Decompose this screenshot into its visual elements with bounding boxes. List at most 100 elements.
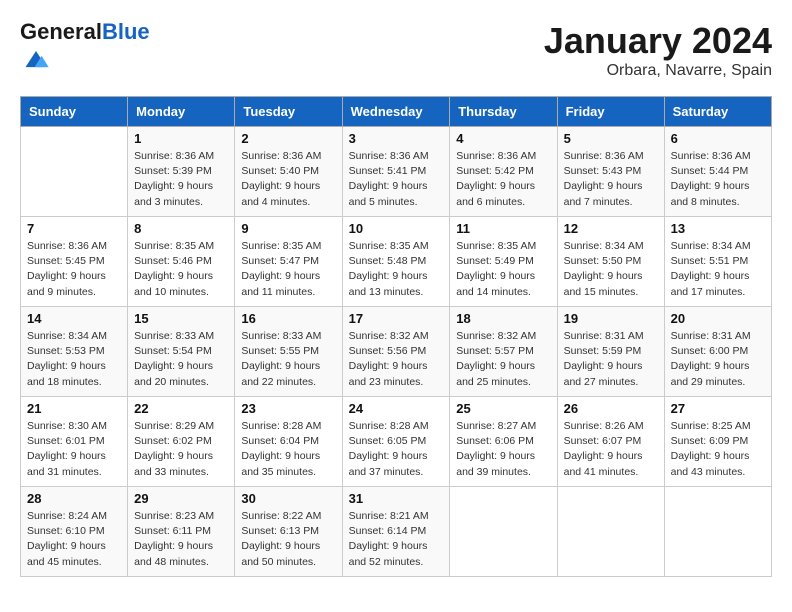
month-title: January 2024: [544, 20, 772, 62]
day-number: 11: [456, 221, 550, 236]
day-number: 26: [564, 401, 658, 416]
day-number: 27: [671, 401, 765, 416]
day-cell: 4 Sunrise: 8:36 AMSunset: 5:42 PMDaylight…: [450, 127, 557, 217]
day-detail: Sunrise: 8:35 AMSunset: 5:48 PMDaylight:…: [349, 239, 444, 300]
day-detail: Sunrise: 8:30 AMSunset: 6:01 PMDaylight:…: [27, 419, 121, 480]
week-row-5: 28 Sunrise: 8:24 AMSunset: 6:10 PMDayligh…: [21, 487, 772, 577]
day-number: 21: [27, 401, 121, 416]
weekday-header-sunday: Sunday: [21, 97, 128, 127]
day-detail: Sunrise: 8:31 AMSunset: 6:00 PMDaylight:…: [671, 329, 765, 390]
day-cell: 12 Sunrise: 8:34 AMSunset: 5:50 PMDayligh…: [557, 217, 664, 307]
calendar-table: SundayMondayTuesdayWednesdayThursdayFrid…: [20, 96, 772, 577]
day-number: 18: [456, 311, 550, 326]
day-cell: 17 Sunrise: 8:32 AMSunset: 5:56 PMDayligh…: [342, 307, 450, 397]
day-cell: 24 Sunrise: 8:28 AMSunset: 6:05 PMDayligh…: [342, 397, 450, 487]
day-detail: Sunrise: 8:36 AMSunset: 5:43 PMDaylight:…: [564, 149, 658, 210]
location: Orbara, Navarre, Spain: [544, 62, 772, 80]
logo: GeneralBlue: [20, 20, 150, 77]
day-cell: 2Sunrise: 8:36 AMSunset: 5:40 PMDaylight…: [235, 127, 342, 217]
day-number: 25: [456, 401, 550, 416]
day-detail: Sunrise: 8:34 AMSunset: 5:53 PMDaylight:…: [27, 329, 121, 390]
day-detail: Sunrise: 8:22 AMSunset: 6:13 PMDaylight:…: [241, 509, 335, 570]
day-number: 19: [564, 311, 658, 326]
day-cell: 10 Sunrise: 8:35 AMSunset: 5:48 PMDayligh…: [342, 217, 450, 307]
day-cell: 9 Sunrise: 8:35 AMSunset: 5:47 PMDaylight…: [235, 217, 342, 307]
weekday-header-friday: Friday: [557, 97, 664, 127]
day-cell: [557, 487, 664, 577]
day-number: 3: [349, 131, 444, 146]
day-cell: 26 Sunrise: 8:26 AMSunset: 6:07 PMDayligh…: [557, 397, 664, 487]
day-cell: 27 Sunrise: 8:25 AMSunset: 6:09 PMDayligh…: [664, 397, 771, 487]
day-number: 15: [134, 311, 228, 326]
day-cell: 23Sunrise: 8:28 AMSunset: 6:04 PMDayligh…: [235, 397, 342, 487]
day-number: 1: [134, 131, 228, 146]
day-cell: 31Sunrise: 8:21 AMSunset: 6:14 PMDayligh…: [342, 487, 450, 577]
day-cell: 25 Sunrise: 8:27 AMSunset: 6:06 PMDayligh…: [450, 397, 557, 487]
day-number: 23: [241, 401, 335, 416]
day-number: 9: [241, 221, 335, 236]
day-detail: Sunrise: 8:36 AMSunset: 5:40 PMDaylight:…: [241, 149, 335, 210]
day-number: 10: [349, 221, 444, 236]
day-number: 16: [241, 311, 335, 326]
title-block: January 2024 Orbara, Navarre, Spain: [544, 20, 772, 80]
day-detail: Sunrise: 8:35 AMSunset: 5:49 PMDaylight:…: [456, 239, 550, 300]
day-detail: Sunrise: 8:34 AMSunset: 5:51 PMDaylight:…: [671, 239, 765, 300]
week-row-3: 14 Sunrise: 8:34 AMSunset: 5:53 PMDayligh…: [21, 307, 772, 397]
day-cell: 16 Sunrise: 8:33 AMSunset: 5:55 PMDayligh…: [235, 307, 342, 397]
weekday-header-monday: Monday: [128, 97, 235, 127]
weekday-header-row: SundayMondayTuesdayWednesdayThursdayFrid…: [21, 97, 772, 127]
logo-blue: Blue: [102, 19, 150, 44]
day-cell: 13 Sunrise: 8:34 AMSunset: 5:51 PMDayligh…: [664, 217, 771, 307]
day-detail: Sunrise: 8:35 AMSunset: 5:47 PMDaylight:…: [241, 239, 335, 300]
day-detail: Sunrise: 8:33 AMSunset: 5:54 PMDaylight:…: [134, 329, 228, 390]
day-detail: Sunrise: 8:33 AMSunset: 5:55 PMDaylight:…: [241, 329, 335, 390]
day-number: 6: [671, 131, 765, 146]
day-cell: [21, 127, 128, 217]
day-number: 5: [564, 131, 658, 146]
page-header: GeneralBlue January 2024 Orbara, Navarre…: [20, 20, 772, 80]
day-detail: Sunrise: 8:23 AMSunset: 6:11 PMDaylight:…: [134, 509, 228, 570]
day-detail: Sunrise: 8:28 AMSunset: 6:05 PMDaylight:…: [349, 419, 444, 480]
day-number: 22: [134, 401, 228, 416]
weekday-header-wednesday: Wednesday: [342, 97, 450, 127]
logo-icon: [22, 44, 50, 72]
day-detail: Sunrise: 8:35 AMSunset: 5:46 PMDaylight:…: [134, 239, 228, 300]
day-number: 20: [671, 311, 765, 326]
day-detail: Sunrise: 8:27 AMSunset: 6:06 PMDaylight:…: [456, 419, 550, 480]
day-cell: 20 Sunrise: 8:31 AMSunset: 6:00 PMDayligh…: [664, 307, 771, 397]
day-number: 8: [134, 221, 228, 236]
day-cell: 28 Sunrise: 8:24 AMSunset: 6:10 PMDayligh…: [21, 487, 128, 577]
day-detail: Sunrise: 8:21 AMSunset: 6:14 PMDaylight:…: [349, 509, 444, 570]
week-row-1: 1 Sunrise: 8:36 AMSunset: 5:39 PMDaylight…: [21, 127, 772, 217]
day-detail: Sunrise: 8:32 AMSunset: 5:56 PMDaylight:…: [349, 329, 444, 390]
day-cell: 3 Sunrise: 8:36 AMSunset: 5:41 PMDaylight…: [342, 127, 450, 217]
day-detail: Sunrise: 8:36 AMSunset: 5:44 PMDaylight:…: [671, 149, 765, 210]
day-number: 12: [564, 221, 658, 236]
day-cell: [664, 487, 771, 577]
week-row-2: 7 Sunrise: 8:36 AMSunset: 5:45 PMDaylight…: [21, 217, 772, 307]
day-number: 14: [27, 311, 121, 326]
day-cell: [450, 487, 557, 577]
day-number: 24: [349, 401, 444, 416]
day-number: 4: [456, 131, 550, 146]
day-detail: Sunrise: 8:36 AMSunset: 5:41 PMDaylight:…: [349, 149, 444, 210]
day-cell: 1 Sunrise: 8:36 AMSunset: 5:39 PMDaylight…: [128, 127, 235, 217]
day-detail: Sunrise: 8:36 AMSunset: 5:45 PMDaylight:…: [27, 239, 121, 300]
day-cell: 21 Sunrise: 8:30 AMSunset: 6:01 PMDayligh…: [21, 397, 128, 487]
day-detail: Sunrise: 8:25 AMSunset: 6:09 PMDaylight:…: [671, 419, 765, 480]
day-detail: Sunrise: 8:36 AMSunset: 5:39 PMDaylight:…: [134, 149, 228, 210]
day-detail: Sunrise: 8:36 AMSunset: 5:42 PMDaylight:…: [456, 149, 550, 210]
day-number: 28: [27, 491, 121, 506]
day-cell: 18Sunrise: 8:32 AMSunset: 5:57 PMDayligh…: [450, 307, 557, 397]
day-number: 7: [27, 221, 121, 236]
day-cell: 8 Sunrise: 8:35 AMSunset: 5:46 PMDaylight…: [128, 217, 235, 307]
day-cell: 11 Sunrise: 8:35 AMSunset: 5:49 PMDayligh…: [450, 217, 557, 307]
day-number: 29: [134, 491, 228, 506]
day-detail: Sunrise: 8:24 AMSunset: 6:10 PMDaylight:…: [27, 509, 121, 570]
day-detail: Sunrise: 8:34 AMSunset: 5:50 PMDaylight:…: [564, 239, 658, 300]
day-detail: Sunrise: 8:26 AMSunset: 6:07 PMDaylight:…: [564, 419, 658, 480]
day-cell: 6 Sunrise: 8:36 AMSunset: 5:44 PMDaylight…: [664, 127, 771, 217]
day-number: 13: [671, 221, 765, 236]
day-number: 17: [349, 311, 444, 326]
weekday-header-saturday: Saturday: [664, 97, 771, 127]
